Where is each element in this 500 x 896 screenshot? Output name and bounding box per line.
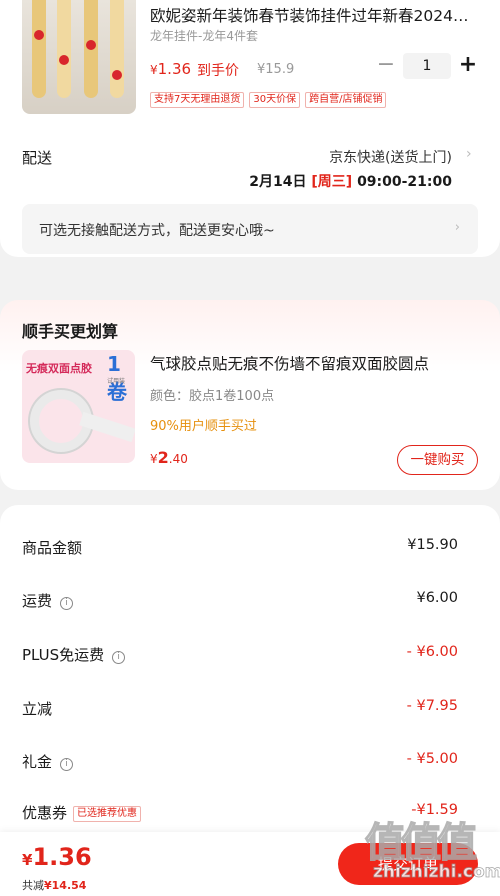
ornament xyxy=(34,30,44,40)
delivery-date: 2月14日 xyxy=(249,174,307,190)
summary-label-text: 优惠券 xyxy=(22,804,68,822)
summary-value: - ¥6.00 xyxy=(406,644,458,660)
savings-label: 共减 xyxy=(22,879,44,892)
total-price-value: 1.36 xyxy=(32,843,92,871)
addon-price-dec: .40 xyxy=(168,452,188,466)
chevron-right-icon: › xyxy=(454,220,460,235)
chevron-right-icon[interactable]: › xyxy=(466,146,472,162)
delivery-time[interactable]: 2月14日 [周三] 09:00-21:00 xyxy=(249,171,452,191)
ornament xyxy=(59,55,69,65)
total-price: ¥1.36 xyxy=(22,843,92,871)
original-price: ¥15.9 xyxy=(257,62,295,77)
quantity-decrease-button[interactable]: − xyxy=(375,52,397,78)
summary-row: 立减 - ¥7.95 xyxy=(22,698,458,722)
addon-price-int: 2 xyxy=(157,448,169,467)
product-thumbnail[interactable] xyxy=(22,0,136,114)
summary-value: - ¥7.95 xyxy=(406,698,458,714)
summary-label: 运费 i xyxy=(22,590,74,611)
ornament xyxy=(86,40,96,50)
summary-label: 立减 xyxy=(22,698,52,719)
service-tags: 支持7天无理由退货 30天价保 跨自营/店铺促销 xyxy=(150,92,387,108)
summary-row: 商品金额 ¥15.90 xyxy=(22,537,458,561)
contactless-delivery-option[interactable]: 可选无接触配送方式，配送更安心哦~ › xyxy=(22,204,478,254)
total-savings: 共减¥14.54 xyxy=(22,877,86,893)
quantity-increase-button[interactable]: + xyxy=(456,52,480,78)
delivery-window: 09:00-21:00 xyxy=(357,174,452,190)
summary-row[interactable]: 礼金 i - ¥5.00 xyxy=(22,751,458,775)
coupon-tag: 已选推荐优惠 xyxy=(73,806,142,822)
summary-value: - ¥5.00 xyxy=(406,751,458,767)
price-label: 到手价 xyxy=(197,63,239,79)
tape-strip-illustration xyxy=(79,411,135,443)
product-spec[interactable]: 龙年挂件-龙年4件套 xyxy=(150,27,258,44)
shipping-method[interactable]: 京东快递(送货上门) xyxy=(329,147,452,167)
summary-label-text: 立减 xyxy=(22,700,53,718)
contactless-delivery-text: 可选无接触配送方式，配送更安心哦~ xyxy=(39,223,275,239)
currency-symbol: ¥ xyxy=(150,452,158,466)
one-click-buy-button[interactable]: 一键购买 xyxy=(397,445,478,475)
product-card: 欧妮姿新年装饰春节装饰挂件过年新春2024龙年 龙年挂件-龙年4件套 ¥1.36… xyxy=(0,0,500,257)
shipping-label: 配送 xyxy=(22,149,53,167)
info-icon[interactable]: i xyxy=(60,758,74,771)
service-tag: 30天价保 xyxy=(249,92,301,108)
summary-label-text: 礼金 xyxy=(22,753,53,771)
currency-symbol: ¥ xyxy=(22,851,33,869)
product-title[interactable]: 欧妮姿新年装饰春节装饰挂件过年新春2024龙年 xyxy=(150,4,480,26)
watermark-domain: zhizhizhi.com xyxy=(373,862,500,883)
info-icon[interactable]: i xyxy=(112,651,126,664)
currency-symbol: ¥ xyxy=(150,63,158,77)
ornament-strand xyxy=(32,0,46,98)
addon-heading: 顺手买更划算 xyxy=(22,322,119,341)
product-price: ¥1.36 xyxy=(150,60,191,78)
service-tag: 跨自营/店铺促销 xyxy=(305,92,387,108)
service-tag: 支持7天无理由退货 xyxy=(150,92,245,108)
addon-spec[interactable]: 颜色：胶点1卷100点 xyxy=(150,385,274,404)
summary-row[interactable]: 运费 i ¥6.00 xyxy=(22,590,458,614)
summary-label-text: PLUS免运费 xyxy=(22,646,105,664)
summary-label-text: 运费 xyxy=(22,592,53,610)
addon-social-proof: 90%用户顺手买过 xyxy=(150,419,257,434)
addon-card: 顺手买更划算 无痕双面点胶 1卷 试用装 气球胶点贴无痕不伤墙不留痕双面胶圆点 … xyxy=(0,300,500,490)
summary-value: ¥6.00 xyxy=(416,590,458,606)
watermark-glyphs: 值值值 xyxy=(364,819,478,867)
thumb-subtitle: 试用装 xyxy=(107,378,126,385)
quantity-input[interactable]: 1 xyxy=(403,53,451,79)
summary-label: 优惠券 已选推荐优惠 xyxy=(22,802,142,823)
summary-label-text: 商品金额 xyxy=(22,539,83,557)
ornament-strand xyxy=(110,0,124,98)
summary-label: 商品金额 xyxy=(22,537,82,558)
thumb-title: 无痕双面点胶 xyxy=(26,362,92,375)
summary-label: 礼金 i xyxy=(22,751,74,772)
delivery-weekday: [周三] xyxy=(311,174,353,190)
ornament-strand xyxy=(57,0,71,98)
addon-price: ¥2.40 xyxy=(150,448,188,467)
product-price-value: 1.36 xyxy=(157,60,192,78)
info-icon[interactable]: i xyxy=(60,597,74,610)
addon-thumbnail[interactable]: 无痕双面点胶 1卷 试用装 xyxy=(22,350,135,463)
summary-value: ¥15.90 xyxy=(407,537,458,553)
summary-label: PLUS免运费 i xyxy=(22,644,126,665)
addon-title[interactable]: 气球胶点贴无痕不伤墙不留痕双面胶圆点 xyxy=(150,352,478,374)
savings-value: ¥14.54 xyxy=(44,879,87,892)
summary-row[interactable]: PLUS免运费 i - ¥6.00 xyxy=(22,644,458,668)
ornament xyxy=(112,70,122,80)
watermark: 值值值 zhizhizhi.com xyxy=(364,810,500,894)
